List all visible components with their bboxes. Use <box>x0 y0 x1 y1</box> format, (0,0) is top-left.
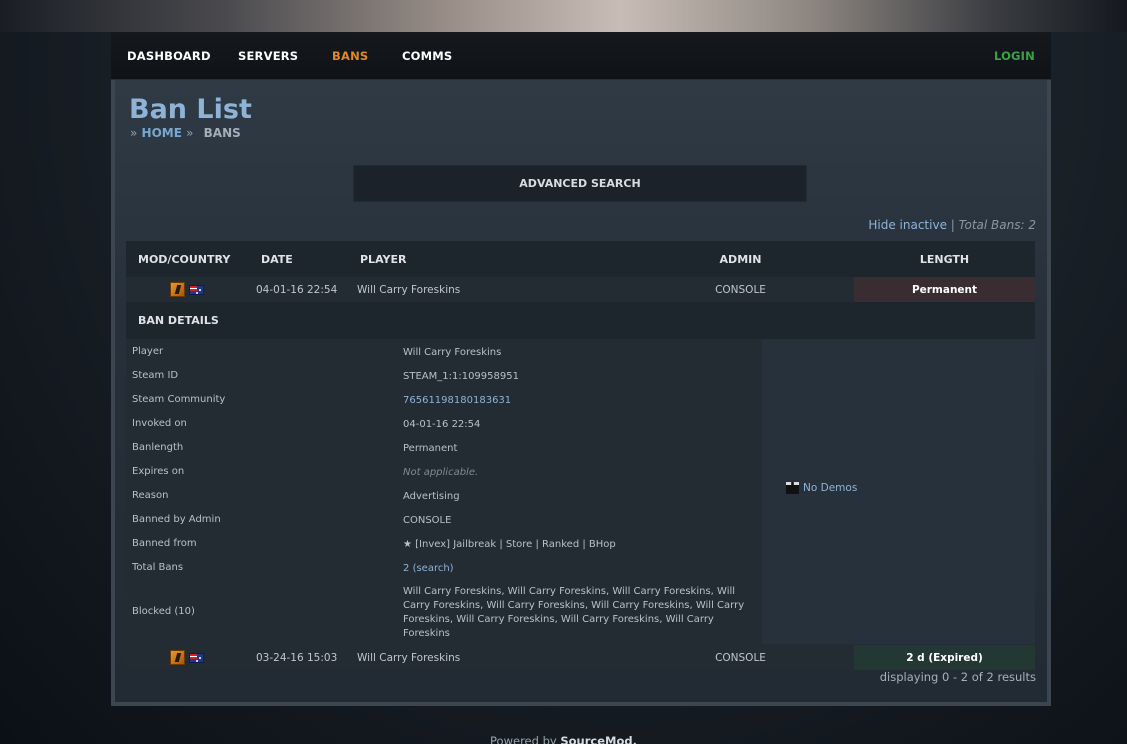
detail-label: Banlength <box>132 442 184 453</box>
ban-player: Will Carry Foreskins <box>357 645 627 670</box>
nav-bans[interactable]: BANS <box>332 49 368 63</box>
ban-details-fields: Player Will Carry Foreskins Steam ID STE… <box>126 339 762 644</box>
detail-value: Will Carry Foreskins <box>403 347 502 358</box>
page-title: Ban List <box>129 94 252 125</box>
detail-label: Banned from <box>132 538 197 549</box>
breadcrumb-home[interactable]: HOME <box>142 126 182 140</box>
header-mod-country: MOD/COUNTRY <box>126 241 247 277</box>
sourcemod-link[interactable]: SourceMod. <box>560 734 637 744</box>
detail-value: STEAM_1:1:109958951 <box>403 371 519 382</box>
pagination-info: displaying 0 - 2 of 2 results <box>879 670 1036 684</box>
ban-date: 04-01-16 22:54 <box>247 277 357 302</box>
australia-flag-icon <box>188 284 204 295</box>
ban-details-body: Player Will Carry Foreskins Steam ID STE… <box>126 339 1035 644</box>
header-length: LENGTH <box>854 241 1035 277</box>
detail-value: Permanent <box>403 443 458 454</box>
detail-value: Not applicable. <box>403 467 479 478</box>
detail-value: CONSOLE <box>403 515 452 526</box>
ban-admin: CONSOLE <box>627 645 854 670</box>
ban-length: Permanent <box>854 277 1035 302</box>
detail-label: Steam Community <box>132 394 226 405</box>
breadcrumb: » HOME » BANS <box>130 126 241 140</box>
toolbar-divider: | <box>950 218 955 232</box>
detail-label: Reason <box>132 490 169 501</box>
ban-admin: CONSOLE <box>627 277 854 302</box>
nav-comms[interactable]: COMMS <box>402 49 452 63</box>
detail-value: Advertising <box>403 491 460 502</box>
detail-value: 04-01-16 22:54 <box>403 419 481 430</box>
ban-details-title: BAN DETAILS <box>126 302 1035 339</box>
total-bans-search-link[interactable]: (search) <box>413 563 454 574</box>
detail-label: Banned by Admin <box>132 514 221 525</box>
ban-date: 03-24-16 15:03 <box>247 645 357 670</box>
csgo-icon <box>169 282 185 297</box>
detail-value: Will Carry Foreskins, Will Carry Foreski… <box>403 586 745 639</box>
footer: Powered by SourceMod. <box>0 734 1127 744</box>
nav-servers[interactable]: SERVERS <box>238 49 298 63</box>
mod-country-cell <box>126 277 247 302</box>
header-admin: ADMIN <box>627 241 854 277</box>
table-row[interactable]: 04-01-16 22:54 Will Carry Foreskins CONS… <box>126 277 1035 302</box>
bans-table-continued: 03-24-16 15:03 Will Carry Foreskins CONS… <box>126 645 1035 670</box>
detail-value: 2 (search) <box>403 562 759 576</box>
detail-label: Player <box>132 346 164 357</box>
advanced-search-button[interactable]: ADVANCED SEARCH <box>353 165 807 202</box>
hide-inactive-link[interactable]: Hide inactive <box>868 218 947 232</box>
detail-label: Blocked (10) <box>132 606 195 617</box>
no-demos-link[interactable]: No Demos <box>786 482 857 494</box>
steam-community-link[interactable]: 76561198180183631 <box>403 394 759 408</box>
mod-country-cell <box>126 645 247 670</box>
bans-table: MOD/COUNTRY DATE PLAYER ADMIN LENGTH 04-… <box>126 241 1035 302</box>
main-content: Ban List » HOME » BANS ADVANCED SEARCH H… <box>111 80 1051 706</box>
csgo-icon <box>169 650 185 665</box>
detail-label: Total Bans <box>132 562 184 573</box>
detail-label: Expires on <box>132 466 185 477</box>
main-navbar: DASHBOARD SERVERS BANS COMMS LOGIN <box>111 32 1051 80</box>
demos-panel: No Demos <box>762 339 1035 644</box>
australia-flag-icon <box>188 652 204 663</box>
detail-value: ★ [Invex] Jailbreak | Store | Ranked | B… <box>403 539 616 550</box>
total-bans-value: 2 <box>403 563 410 574</box>
ban-details-panel: BAN DETAILS Player Will Carry Foreskins … <box>126 302 1035 645</box>
login-link[interactable]: LOGIN <box>994 49 1035 63</box>
clapperboard-icon <box>786 482 799 494</box>
ban-player: Will Carry Foreskins <box>357 277 627 302</box>
table-header-row: MOD/COUNTRY DATE PLAYER ADMIN LENGTH <box>126 241 1035 277</box>
table-row[interactable]: 03-24-16 15:03 Will Carry Foreskins CONS… <box>126 645 1035 670</box>
detail-label: Invoked on <box>132 418 187 429</box>
header-banner <box>0 0 1127 32</box>
header-player: PLAYER <box>357 241 627 277</box>
breadcrumb-separator: » <box>130 126 138 140</box>
footer-prefix: Powered by <box>490 734 557 744</box>
nav-dashboard[interactable]: DASHBOARD <box>127 49 211 63</box>
breadcrumb-separator: » <box>186 126 194 140</box>
header-date: DATE <box>247 241 357 277</box>
total-bans-count: Total Bans: 2 <box>958 218 1036 232</box>
ban-list-toolbar: Hide inactive | Total Bans: 2 <box>868 218 1036 232</box>
no-demos-label: No Demos <box>803 482 858 494</box>
detail-label: Steam ID <box>132 370 179 381</box>
ban-length: 2 d (Expired) <box>854 645 1035 670</box>
breadcrumb-current: BANS <box>203 126 241 140</box>
